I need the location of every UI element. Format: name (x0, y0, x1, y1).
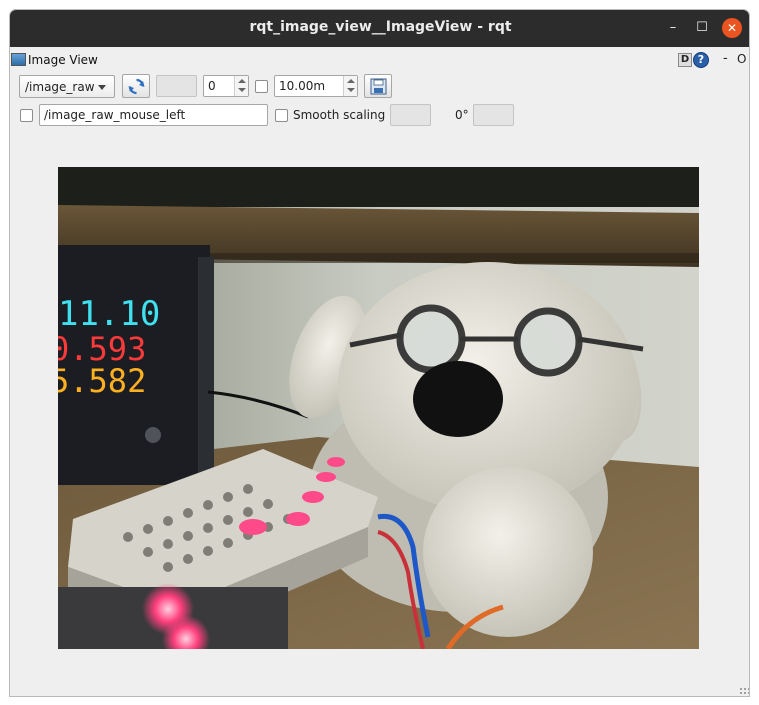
mouse-topic-text: /image_raw_mouse_left (44, 108, 186, 122)
main-content: Image View D ? - O /image_raw 0 10.00m /… (10, 47, 749, 696)
refresh-topics-button[interactable] (122, 74, 150, 98)
dark-top (58, 167, 699, 207)
rotate-left-button[interactable] (390, 104, 431, 126)
resize-grip[interactable] (739, 687, 749, 696)
camera-image-svg: 11.10 0.593 5.582 (58, 167, 699, 649)
rotate-right-button[interactable] (473, 104, 514, 126)
title-bar[interactable]: rqt_image_view__ImageView - rqt – ☐ ✕ (10, 10, 749, 47)
meter-reading-1: 11.10 (58, 294, 160, 334)
plush-paw (423, 467, 593, 637)
dock-title: Image View (28, 53, 98, 67)
chevron-down-icon (98, 85, 106, 90)
camera-image[interactable]: 11.10 0.593 5.582 (58, 167, 699, 649)
max-range-text: 10.00m (279, 79, 326, 93)
chevron-up-icon (347, 79, 355, 83)
spin-arrows[interactable] (234, 76, 248, 96)
dynamic-range-checkbox[interactable] (255, 80, 268, 93)
save-image-button[interactable] (364, 74, 392, 98)
close-button[interactable]: ✕ (722, 18, 742, 38)
topic-select[interactable]: /image_raw (19, 75, 115, 98)
mouse-topic-input[interactable]: /image_raw_mouse_left (39, 104, 268, 126)
meter-side (198, 257, 214, 487)
dock-d-button[interactable]: D (678, 53, 692, 67)
help-button[interactable]: ? (693, 52, 709, 68)
smooth-scaling-label: Smooth scaling (293, 108, 386, 122)
dock-float-button[interactable]: O (737, 52, 746, 66)
glasses-right-lens (513, 307, 583, 377)
chevron-up-icon (238, 79, 246, 83)
minimize-button[interactable]: – (663, 18, 683, 38)
plush-nose (413, 361, 503, 437)
chevron-down-icon (347, 88, 355, 92)
image-view-icon (11, 53, 26, 66)
topic-select-value: /image_raw (25, 80, 95, 94)
meter-knob (145, 427, 161, 443)
value-spinbox[interactable]: 0 (203, 75, 249, 97)
save-icon (370, 78, 387, 95)
chevron-down-icon (238, 88, 246, 92)
window-title: rqt_image_view__ImageView - rqt (249, 19, 512, 35)
maximize-button[interactable]: ☐ (692, 18, 712, 38)
glasses-left-lens (396, 304, 466, 374)
refresh-icon (128, 78, 145, 95)
max-range-spinbox[interactable]: 10.00m (274, 75, 358, 97)
meter-reading-3: 5.582 (58, 362, 146, 400)
rotation-label: 0° (455, 108, 469, 122)
app-window: rqt_image_view__ImageView - rqt – ☐ ✕ Im… (9, 9, 750, 697)
value-spinbox-text: 0 (208, 79, 216, 93)
spin-arrows[interactable] (343, 76, 357, 96)
dock-minimize-button[interactable]: - (723, 51, 728, 66)
publish-mouse-checkbox[interactable] (20, 109, 33, 122)
smooth-scaling-checkbox[interactable] (275, 109, 288, 122)
dock-header: Image View D ? - O (10, 49, 749, 69)
zoom-disabled-button[interactable] (156, 75, 197, 97)
